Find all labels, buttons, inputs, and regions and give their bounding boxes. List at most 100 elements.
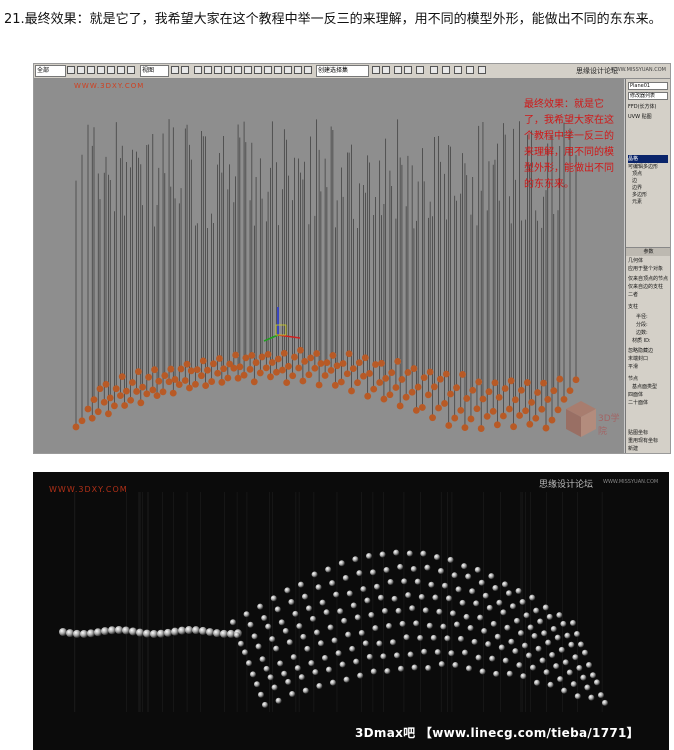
struts-only-radio[interactable]: 仅来自边的支柱 (628, 283, 663, 291)
render-sphere (545, 639, 552, 646)
render-sphere (411, 664, 418, 671)
spinner-snap-icon[interactable] (224, 66, 232, 74)
joint-sphere (258, 353, 266, 361)
render-sphere (554, 634, 561, 641)
joint-sphere (366, 370, 373, 377)
reference-coord-dropdown[interactable]: 视图 (140, 65, 169, 77)
joint-sphere (517, 386, 525, 394)
render-sphere (407, 651, 414, 658)
joint-sphere (392, 384, 400, 391)
schematic-icon[interactable] (284, 66, 292, 74)
end-caps-checkbox[interactable]: 末端封口 (628, 355, 648, 363)
render-icon[interactable] (442, 66, 450, 74)
joint-sphere (246, 365, 254, 373)
render-sphere (556, 612, 563, 619)
joint-sphere (414, 383, 422, 391)
render-sphere (466, 665, 472, 672)
apply-whole-checkbox[interactable]: 应用于整个对象 (628, 265, 663, 273)
joint-sphere (505, 405, 513, 413)
render-sphere (164, 628, 172, 637)
render-sphere (442, 582, 448, 589)
lattice-struts (75, 119, 577, 429)
scale-icon[interactable] (127, 66, 135, 74)
both-radio[interactable]: 二者 (628, 291, 638, 299)
ignore-hidden-checkbox[interactable]: 忽略隐藏边 (628, 347, 653, 355)
render-setup-icon[interactable] (304, 66, 312, 74)
rotate-icon[interactable] (117, 66, 125, 74)
tetra-radio[interactable]: 四面体 (628, 391, 643, 399)
track-view-icon[interactable] (404, 66, 412, 74)
quick-render-icon[interactable] (454, 66, 462, 74)
joint-sphere (198, 372, 205, 380)
align-tool-icon[interactable] (382, 66, 390, 74)
joint-sphere (461, 424, 469, 432)
stack-lattice[interactable]: 晶格 (628, 155, 668, 163)
joint-sphere (493, 421, 501, 429)
named-selection-dropdown[interactable]: 创建选择集 (316, 65, 369, 77)
layer-manager-icon[interactable] (394, 66, 402, 74)
perspective-viewport[interactable]: WWW.3DXY.COM 最终效果：就是它了，我希望大家在这个教程中举一反三的来… (34, 79, 624, 453)
stack-element[interactable]: 元素 (632, 198, 642, 206)
curve-editor-icon[interactable] (274, 66, 282, 74)
schematic-view-icon[interactable] (416, 66, 424, 74)
joint-sphere (307, 354, 315, 362)
render-sphere (316, 682, 323, 689)
reuse-coords-radio[interactable]: 重用现有坐标 (628, 437, 658, 445)
render-sphere (586, 662, 592, 669)
joint-sphere (321, 372, 329, 379)
mirror-tool-icon[interactable] (372, 66, 380, 74)
joint-sphere (540, 379, 547, 387)
joint-sphere (349, 365, 357, 373)
icosa-radio[interactable]: 二十面体 (628, 399, 648, 407)
material-editor-icon[interactable] (294, 66, 302, 74)
joint-sphere (210, 360, 217, 368)
pivot-icon[interactable] (171, 66, 179, 74)
joint-sphere (360, 372, 367, 380)
joint-sphere (299, 377, 307, 385)
joint-sphere (268, 359, 276, 366)
render-sphere (255, 643, 262, 650)
edit-named-sel-icon[interactable] (234, 66, 242, 74)
render-sphere (564, 632, 571, 639)
render-sphere (387, 579, 394, 586)
joints-label: 节点 (628, 376, 639, 382)
object-name-field[interactable]: Plane01 (628, 82, 668, 90)
render-sphere (553, 663, 560, 670)
rect-select-icon[interactable] (87, 66, 95, 74)
render-sphere (247, 621, 254, 628)
snap-icon[interactable] (194, 66, 202, 74)
render-sphere (436, 608, 443, 615)
angle-snap-icon[interactable] (204, 66, 212, 74)
params-rollout[interactable]: 参数 (626, 247, 670, 256)
joint-sphere (327, 366, 335, 374)
joints-only-radio[interactable]: 仅来自顶点的节点 (628, 275, 668, 283)
joint-sphere (155, 377, 163, 385)
modifier-list-dropdown[interactable]: 修改器列表 (628, 92, 668, 100)
render-sphere (386, 622, 392, 629)
window-cross-icon[interactable] (97, 66, 105, 74)
material-icon[interactable] (430, 66, 438, 74)
link-icon[interactable] (181, 66, 189, 74)
percent-snap-icon[interactable] (214, 66, 222, 74)
render-frame-icon[interactable] (466, 66, 474, 74)
uvw-button[interactable]: UVW 贴图 (628, 113, 652, 121)
align-icon[interactable] (254, 66, 262, 74)
render-sphere (492, 584, 499, 591)
teapot-icon[interactable] (478, 66, 486, 74)
joint-sphere (262, 364, 270, 372)
select-by-name-icon[interactable] (77, 66, 85, 74)
layer-icon[interactable] (264, 66, 272, 74)
render-sphere (270, 595, 277, 602)
select-object-icon[interactable] (67, 66, 75, 74)
joint-sphere (84, 405, 92, 413)
selection-filter-dropdown[interactable]: 全部 (35, 65, 66, 77)
render-sphere (541, 630, 548, 637)
smooth-checkbox[interactable]: 平滑 (628, 363, 638, 371)
render-sphere (368, 612, 375, 619)
ffd-button[interactable]: FFD(长方体) (628, 103, 657, 111)
new-coords-radio[interactable]: 新建 (628, 445, 638, 453)
mirror-icon[interactable] (244, 66, 252, 74)
render-sphere (566, 669, 573, 676)
move-icon[interactable] (107, 66, 115, 74)
render-sphere (352, 556, 359, 563)
